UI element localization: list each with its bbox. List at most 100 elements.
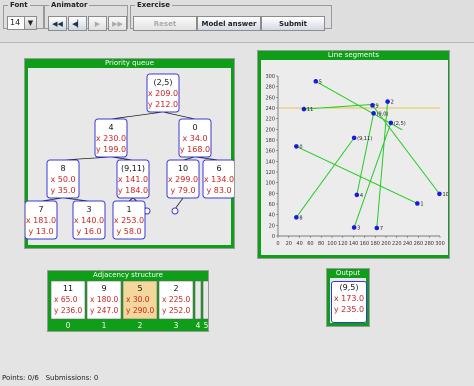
- x-tick-label: 100: [327, 241, 337, 247]
- adjacency-cell[interactable]: 5 x 30.0 y 290.0 2: [122, 280, 158, 330]
- adjacency-empty-cell[interactable]: 4: [194, 280, 202, 330]
- segment-point[interactable]: [437, 191, 442, 197]
- node-key: 8: [60, 164, 65, 173]
- node-key: (2,5): [154, 78, 173, 87]
- adjacency-cell[interactable]: 2 x 225.0 y 252.0 3: [158, 280, 194, 330]
- chevron-down-icon: ▼: [24, 17, 36, 29]
- point-label: 5: [319, 79, 322, 85]
- x-tick-label: 220: [392, 241, 402, 247]
- point-label: 2: [391, 100, 394, 106]
- empty-child-slot[interactable]: [171, 207, 179, 215]
- priority-queue-node[interactable]: 0 x 34.0 y 168.0: [178, 118, 212, 158]
- status-bar: Points: 0/6 Submissions: 0: [2, 374, 98, 382]
- adjacency-cell[interactable]: 9 x 180.0 y 247.0 1: [86, 280, 122, 330]
- x-tick-label: 240: [403, 241, 413, 247]
- segment-point[interactable]: [294, 144, 299, 149]
- y-tick-label: 160: [265, 149, 275, 155]
- adjacency-key: 11: [63, 284, 73, 293]
- y-tick-label: 40: [269, 213, 275, 219]
- priority-queue-node[interactable]: 7 x 181.0 y 13.0: [25, 200, 58, 240]
- segment-point[interactable]: [301, 106, 307, 112]
- adjacency-empty-cell[interactable]: 5: [202, 280, 208, 330]
- point-label: 8: [299, 215, 302, 221]
- segment-point[interactable]: [371, 111, 376, 116]
- node-y: y 83.0: [206, 186, 231, 195]
- priority-queue-node[interactable]: 10 x 299.0 y 79.0: [166, 159, 200, 199]
- priority-queue-node[interactable]: 3 x 140.0 y 16.0: [72, 200, 106, 240]
- segment-point[interactable]: [385, 99, 390, 104]
- y-tick-label: 100: [265, 181, 275, 187]
- x-tick-label: 0: [276, 241, 279, 247]
- output-y: y 235.0: [333, 305, 365, 314]
- segment-point[interactable]: [294, 215, 299, 220]
- model-answer-button[interactable]: Model answer: [197, 16, 261, 31]
- x-tick-label: 80: [318, 241, 324, 247]
- node-y: y 13.0: [28, 227, 53, 236]
- priority-queue-node[interactable]: 8 x 50.0 y 35.0: [46, 159, 80, 199]
- adjacency-index: 3: [174, 321, 179, 330]
- tree-edge: [110, 111, 164, 120]
- point-label: 1: [420, 201, 423, 207]
- point-label: (2,5): [394, 121, 406, 127]
- font-group-label: Font: [10, 1, 28, 9]
- priority-queue-node[interactable]: (9,11) x 141.0 y 184.0: [116, 159, 150, 199]
- segment-point[interactable]: [351, 225, 357, 230]
- step-forward-button[interactable]: ▶: [88, 16, 107, 31]
- font-size-value: 14: [10, 18, 21, 27]
- rewind-button[interactable]: ◀◀: [48, 16, 67, 31]
- output-node[interactable]: (9,5) x 173.0 y 235.0: [331, 281, 367, 323]
- priority-queue-node[interactable]: 1 x 253.0 y 58.0: [112, 200, 146, 240]
- point-label: 0: [299, 144, 302, 150]
- output-panel: Output (9,5) x 173.0 y 235.0: [326, 268, 370, 327]
- node-x: x 209.0: [148, 89, 178, 98]
- exercise-group: Exercise Reset Model answer Submit: [130, 1, 332, 31]
- node-x: x 299.0: [168, 175, 198, 184]
- point-label: 4: [360, 193, 363, 199]
- submit-button[interactable]: Submit: [261, 16, 325, 31]
- y-tick-label: 260: [265, 95, 275, 101]
- adjacency-cell[interactable]: 11 x 65.0 y 236.0 0: [50, 280, 86, 330]
- y-tick-label: 80: [269, 191, 275, 197]
- priority-queue-node[interactable]: (2,5) x 209.0 y 212.0: [146, 73, 180, 113]
- x-tick-label: 260: [414, 241, 424, 247]
- point-label: 11: [307, 107, 313, 113]
- output-key: (9,5): [339, 283, 359, 292]
- node-x: x 230.0: [96, 134, 126, 143]
- y-tick-label: 240: [265, 106, 275, 112]
- step-back-button[interactable]: ◀▏: [68, 16, 87, 31]
- priority-queue-node[interactable]: 6 x 134.0 y 83.0: [202, 159, 234, 199]
- x-tick-label: 280: [424, 241, 434, 247]
- font-size-select[interactable]: 14 ▼: [7, 16, 37, 30]
- play-icon: ▶: [94, 20, 101, 28]
- reset-button[interactable]: Reset: [133, 16, 197, 31]
- x-tick-label: 160: [360, 241, 370, 247]
- adjacency-y: y 236.0: [54, 306, 83, 315]
- segment-point[interactable]: [374, 225, 380, 231]
- tree-edge: [174, 197, 184, 210]
- node-y: y 58.0: [116, 227, 141, 236]
- y-tick-label: 300: [265, 74, 275, 80]
- point-label: 9: [376, 103, 379, 109]
- line-segments-title: Line segments: [258, 51, 449, 60]
- y-tick-label: 140: [265, 159, 275, 165]
- segment-point[interactable]: [388, 120, 394, 126]
- segment-point[interactable]: [370, 103, 375, 108]
- adjacency-x: x 180.0: [90, 295, 119, 304]
- segment-point[interactable]: [354, 192, 360, 198]
- node-y: y 79.0: [170, 186, 195, 195]
- adjacency-x: x 225.0: [162, 295, 191, 304]
- line-segments-chart: 3002802602402202001801601401201008060402…: [261, 60, 448, 255]
- adjacency-index: 0: [66, 321, 71, 330]
- x-tick-label: 180: [370, 241, 380, 247]
- toolbar: Font 14 ▼ Animator ◀◀ ◀▏ ▶ ▶▶ Exercise R…: [0, 0, 474, 43]
- node-key: 0: [192, 123, 197, 132]
- fast-forward-button[interactable]: ▶▶: [108, 16, 127, 31]
- priority-queue-node[interactable]: 4 x 230.0 y 199.0: [94, 118, 128, 158]
- adjacency-key: 5: [137, 284, 142, 293]
- y-tick-label: 280: [265, 85, 275, 91]
- point-label: 10: [442, 192, 448, 198]
- segment-point[interactable]: [351, 135, 357, 141]
- segment-point[interactable]: [313, 79, 319, 84]
- segment-point[interactable]: [415, 201, 420, 206]
- adjacency-y: y 252.0: [162, 306, 191, 315]
